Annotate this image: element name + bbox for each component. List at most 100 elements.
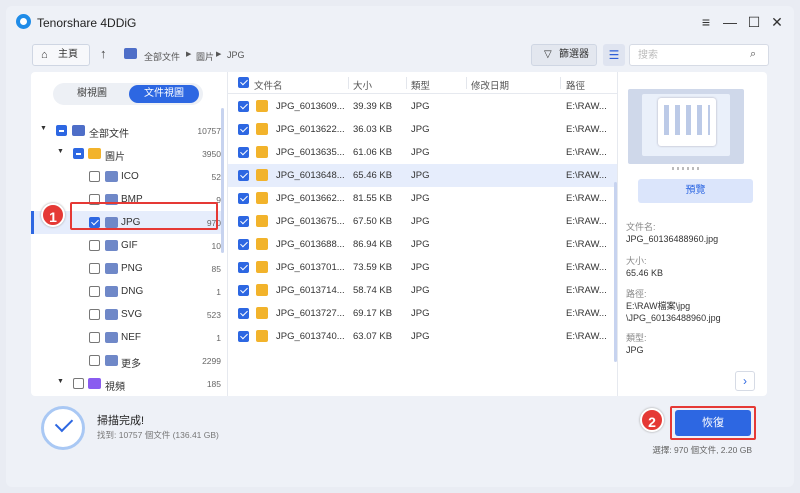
scan-complete-badge <box>41 406 85 450</box>
next-preview-button[interactable]: › <box>735 371 755 391</box>
column-header-type[interactable]: 類型 <box>411 78 430 92</box>
caret-down-icon[interactable]: ▼ <box>57 148 64 155</box>
tree-item-pictures[interactable]: ▼ 圖片 3950 <box>31 142 221 165</box>
preview-pane: 預覽 文件名: JPG_60136488960.jpg 大小: 65.46 KB… <box>617 72 767 396</box>
jpg-highlight-frame <box>70 202 218 230</box>
tree-item-videos[interactable]: ▼ 視頻 185 <box>31 372 221 395</box>
cell-type: JPG <box>411 216 430 227</box>
tree-checkbox[interactable] <box>56 125 67 136</box>
home-button[interactable]: ⌂ 主頁 <box>32 44 90 66</box>
column-header-path[interactable]: 路徑 <box>566 78 585 92</box>
cell-path: E:\RAW... <box>566 216 607 227</box>
column-separator <box>560 77 561 89</box>
tree-item-more[interactable]: 更多 2299 <box>31 349 221 372</box>
maximize-icon[interactable]: ☐ <box>746 14 762 30</box>
tree-checkbox[interactable] <box>89 309 100 320</box>
cell-type: JPG <box>411 262 430 273</box>
tree-scrollbar[interactable] <box>221 108 224 253</box>
filter-label: 篩選器 <box>559 49 589 60</box>
type-value: JPG <box>626 345 644 355</box>
tree-item-label: 更多 <box>121 359 141 370</box>
table-row[interactable]: JPG_6013662... 81.55 KB JPG E:\RAW... <box>228 187 618 210</box>
cell-size: 65.46 KB <box>353 170 393 181</box>
tree-item-gif[interactable]: GIF 10 <box>31 234 221 257</box>
tree-item-dng[interactable]: DNG 1 <box>31 280 221 303</box>
row-checkbox[interactable] <box>238 170 249 181</box>
table-row[interactable]: JPG_6013635... 61.06 KB JPG E:\RAW... <box>228 141 618 164</box>
tree-item-count: 2299 <box>202 356 221 366</box>
table-row[interactable]: JPG_6013675... 67.50 KB JPG E:\RAW... <box>228 210 618 233</box>
tree-item-all-files[interactable]: ▼ 全部文件 10757 <box>31 119 221 142</box>
row-checkbox[interactable] <box>238 239 249 250</box>
image-file-icon <box>256 238 268 250</box>
tree-checkbox[interactable] <box>89 286 100 297</box>
table-row[interactable]: JPG_6013714... 58.74 KB JPG E:\RAW... <box>228 279 618 302</box>
row-checkbox[interactable] <box>238 147 249 158</box>
column-header-name[interactable]: 文件名 <box>254 78 283 92</box>
menu-icon[interactable]: ≡ <box>698 14 714 30</box>
column-separator <box>466 77 467 89</box>
row-checkbox[interactable] <box>238 216 249 227</box>
row-checkbox[interactable] <box>238 331 249 342</box>
tree-checkbox[interactable] <box>89 355 100 366</box>
table-row[interactable]: JPG_6013740... 63.07 KB JPG E:\RAW... <box>228 325 618 348</box>
cell-name: JPG_6013609... <box>276 101 345 112</box>
minimize-icon[interactable]: — <box>722 14 738 30</box>
tab-file-view[interactable]: 文件視圖 <box>129 85 199 103</box>
row-checkbox[interactable] <box>238 193 249 204</box>
tab-tree-view[interactable]: 樹視圖 <box>57 85 127 103</box>
tree-checkbox[interactable] <box>73 378 84 389</box>
search-input[interactable] <box>629 44 769 66</box>
breadcrumb-separator-icon: ▶ <box>186 51 192 58</box>
tree-checkbox[interactable] <box>89 240 100 251</box>
table-row[interactable]: JPG_6013727... 69.17 KB JPG E:\RAW... <box>228 302 618 325</box>
search-icon[interactable]: ⌕ <box>750 48 756 61</box>
caret-down-icon[interactable]: ▼ <box>40 125 47 132</box>
list-view-icon[interactable]: ☰ <box>603 44 625 66</box>
breadcrumb-pictures[interactable]: 圖片 <box>196 50 214 63</box>
tree-item-png[interactable]: PNG 85 <box>31 257 221 280</box>
tree-item-count: 1 <box>216 287 221 297</box>
table-row[interactable]: JPG_6013622... 36.03 KB JPG E:\RAW... <box>228 118 618 141</box>
column-header-date[interactable]: 修改日期 <box>471 78 509 92</box>
cell-path: E:\RAW... <box>566 239 607 250</box>
tree-checkbox[interactable] <box>89 263 100 274</box>
tree-item-nef[interactable]: NEF 1 <box>31 326 221 349</box>
step-1-badge: 1 <box>41 203 65 227</box>
row-checkbox[interactable] <box>238 308 249 319</box>
toolbar: ⌂ 主頁 ↑ 全部文件 ▶ 圖片 ▶ JPG ▽ 篩選器 ☰ ⌕ <box>6 42 794 68</box>
caret-down-icon[interactable]: ▼ <box>57 378 64 385</box>
tree-item-count: 185 <box>206 379 221 389</box>
cell-type: JPG <box>411 170 430 181</box>
folder-icon <box>105 355 118 366</box>
tree-item-label: 圖片 <box>105 152 125 163</box>
table-row[interactable]: JPG_6013701... 73.59 KB JPG E:\RAW... <box>228 256 618 279</box>
column-header-size[interactable]: 大小 <box>353 78 372 92</box>
table-row[interactable]: JPG_6013688... 86.94 KB JPG E:\RAW... <box>228 233 618 256</box>
home-icon: ⌂ <box>41 49 48 61</box>
tree-item-svg[interactable]: SVG 523 <box>31 303 221 326</box>
row-checkbox[interactable] <box>238 101 249 112</box>
table-row[interactable]: JPG_6013609... 39.39 KB JPG E:\RAW... <box>228 95 618 118</box>
tree-checkbox[interactable] <box>89 332 100 343</box>
breadcrumb-all-files[interactable]: 全部文件 <box>144 50 180 63</box>
cell-name: JPG_6013648... <box>276 170 345 181</box>
table-row[interactable]: JPG_6013648... 65.46 KB JPG E:\RAW... <box>228 164 618 187</box>
up-arrow-icon[interactable]: ↑ <box>100 46 107 61</box>
type-label: 類型: <box>626 333 647 343</box>
tree-checkbox[interactable] <box>89 171 100 182</box>
row-checkbox[interactable] <box>238 285 249 296</box>
preview-button[interactable]: 預覽 <box>638 179 753 203</box>
close-icon[interactable]: ✕ <box>769 14 785 30</box>
preview-pager-icon <box>672 167 702 170</box>
row-checkbox[interactable] <box>238 262 249 273</box>
breadcrumb-jpg[interactable]: JPG <box>227 50 245 60</box>
tree-checkbox[interactable] <box>73 148 84 159</box>
tree-item-ico[interactable]: ICO 52 <box>31 165 221 188</box>
cell-size: 81.55 KB <box>353 193 393 204</box>
row-checkbox[interactable] <box>238 124 249 135</box>
title-bar: Tenorshare 4DDiG ≡ — ☐ ✕ <box>6 6 794 38</box>
folder-icon <box>105 171 118 182</box>
filter-button[interactable]: ▽ 篩選器 <box>531 44 597 66</box>
select-all-checkbox[interactable] <box>238 77 249 88</box>
